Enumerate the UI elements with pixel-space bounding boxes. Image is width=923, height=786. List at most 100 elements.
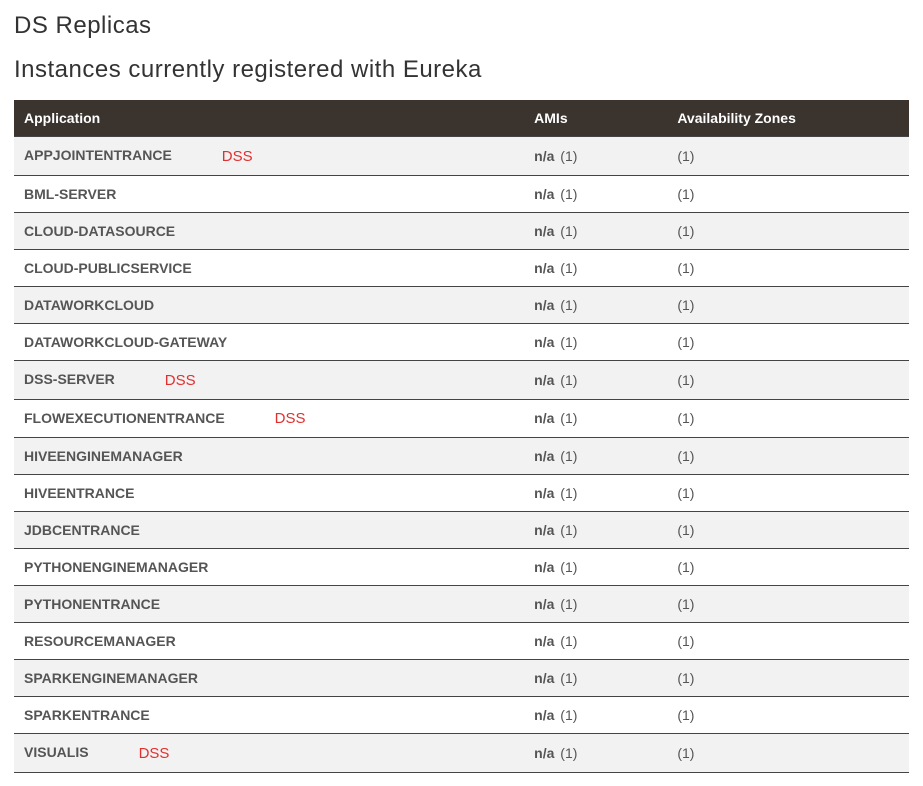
cell-amis: n/a (1)	[524, 438, 667, 475]
ami-label: n/a	[534, 260, 554, 276]
ami-label: n/a	[534, 297, 554, 313]
ami-count: (1)	[556, 448, 577, 464]
cell-amis: n/a (1)	[524, 249, 667, 286]
cell-application: PYTHONENTRANCE	[14, 586, 524, 623]
cell-az: (1)	[667, 586, 909, 623]
cell-application: DATAWORKCLOUD-GATEWAY	[14, 323, 524, 360]
ami-count: (1)	[556, 559, 577, 575]
cell-az: (1)	[667, 549, 909, 586]
cell-application: SPARKENGINEMANAGER	[14, 660, 524, 697]
table-row: HIVEENTRANCE n/a (1)(1)	[14, 475, 909, 512]
cell-application: FLOWEXECUTIONENTRANCEDSS	[14, 399, 524, 438]
ami-count: (1)	[556, 410, 577, 426]
ami-label: n/a	[534, 223, 554, 239]
cell-az: (1)	[667, 660, 909, 697]
col-header-amis: AMIs	[524, 100, 667, 137]
instances-heading: Instances currently registered with Eure…	[14, 56, 909, 84]
ami-count: (1)	[556, 148, 577, 164]
cell-application: SPARKENTRANCE	[14, 697, 524, 734]
cell-application: RESOURCEMANAGER	[14, 623, 524, 660]
ami-label: n/a	[534, 707, 554, 723]
cell-az: (1)	[667, 212, 909, 249]
cell-application: PYTHONENGINEMANAGER	[14, 549, 524, 586]
ami-count: (1)	[556, 223, 577, 239]
cell-application: BML-SERVER	[14, 175, 524, 212]
cell-az: (1)	[667, 697, 909, 734]
cell-amis: n/a (1)	[524, 697, 667, 734]
application-name: DATAWORKCLOUD	[24, 297, 154, 313]
cell-az: (1)	[667, 399, 909, 438]
cell-application: HIVEENGINEMANAGER	[14, 438, 524, 475]
cell-az: (1)	[667, 286, 909, 323]
application-name: JDBCENTRANCE	[24, 522, 140, 538]
ami-count: (1)	[556, 485, 577, 501]
application-name: CLOUD-DATASOURCE	[24, 223, 175, 239]
cell-amis: n/a (1)	[524, 623, 667, 660]
ami-count: (1)	[556, 297, 577, 313]
ami-count: (1)	[556, 745, 577, 761]
dss-annotation: DSS	[139, 745, 170, 762]
ami-label: n/a	[534, 148, 554, 164]
table-row: CLOUD-PUBLICSERVICEn/a (1)(1)	[14, 249, 909, 286]
cell-application: DSS-SERVER DSS	[14, 360, 524, 399]
table-row: RESOURCEMANAGERn/a (1)(1)	[14, 623, 909, 660]
cell-application: CLOUD-DATASOURCE	[14, 212, 524, 249]
ami-label: n/a	[534, 670, 554, 686]
cell-az: (1)	[667, 360, 909, 399]
table-row: DSS-SERVER DSS n/a (1)(1)	[14, 360, 909, 399]
application-name: APPJOINTENTRANCE	[24, 147, 172, 163]
cell-az: (1)	[667, 438, 909, 475]
cell-amis: n/a (1)	[524, 586, 667, 623]
cell-application: VISUALIS DSS	[14, 734, 524, 773]
cell-az: (1)	[667, 734, 909, 773]
cell-application: DATAWORKCLOUD	[14, 286, 524, 323]
ami-label: n/a	[534, 485, 554, 501]
application-name: SPARKENTRANCE	[24, 707, 150, 723]
cell-amis: n/a (1)	[524, 399, 667, 438]
application-name: HIVEENTRANCE	[24, 485, 134, 501]
cell-az: (1)	[667, 137, 909, 176]
cell-amis: n/a (1)	[524, 286, 667, 323]
table-row: PYTHONENTRANCEn/a (1)(1)	[14, 586, 909, 623]
ami-label: n/a	[534, 334, 554, 350]
ami-count: (1)	[556, 186, 577, 202]
cell-application: APPJOINTENTRANCEDSS	[14, 137, 524, 176]
application-name: SPARKENGINEMANAGER	[24, 670, 198, 686]
table-row: APPJOINTENTRANCEDSS n/a (1) (1)	[14, 137, 909, 176]
application-name: DATAWORKCLOUD-GATEWAY	[24, 334, 227, 350]
ami-count: (1)	[556, 633, 577, 649]
application-name: HIVEENGINEMANAGER	[24, 448, 183, 464]
ami-label: n/a	[534, 372, 554, 388]
cell-amis: n/a (1)	[524, 212, 667, 249]
cell-application: HIVEENTRANCE	[14, 475, 524, 512]
ami-count: (1)	[556, 334, 577, 350]
application-name: VISUALIS	[24, 744, 89, 760]
ami-label: n/a	[534, 186, 554, 202]
cell-az: (1)	[667, 323, 909, 360]
table-row: JDBCENTRANCEn/a (1)(1)	[14, 512, 909, 549]
ami-label: n/a	[534, 410, 554, 426]
ami-label: n/a	[534, 745, 554, 761]
cell-amis: n/a (1)	[524, 360, 667, 399]
application-name: DSS-SERVER	[24, 371, 115, 387]
ds-replicas-heading: DS Replicas	[14, 12, 909, 40]
cell-az: (1)	[667, 623, 909, 660]
cell-amis: n/a (1)	[524, 512, 667, 549]
ami-count: (1)	[556, 596, 577, 612]
table-row: HIVEENGINEMANAGERn/a (1)(1)	[14, 438, 909, 475]
ami-label: n/a	[534, 448, 554, 464]
application-name: PYTHONENGINEMANAGER	[24, 559, 208, 575]
table-row: BML-SERVER n/a (1) (1)	[14, 175, 909, 212]
cell-amis: n/a (1)	[524, 475, 667, 512]
ami-count: (1)	[556, 260, 577, 276]
application-name: CLOUD-PUBLICSERVICE	[24, 260, 192, 276]
cell-az: (1)	[667, 175, 909, 212]
ami-label: n/a	[534, 559, 554, 575]
dss-annotation: DSS	[165, 372, 196, 389]
col-header-application: Application	[14, 100, 524, 137]
table-row: PYTHONENGINEMANAGER n/a (1) (1)	[14, 549, 909, 586]
dss-annotation: DSS	[275, 410, 306, 427]
cell-az: (1)	[667, 249, 909, 286]
cell-amis: n/a (1)	[524, 734, 667, 773]
col-header-az: Availability Zones	[667, 100, 909, 137]
